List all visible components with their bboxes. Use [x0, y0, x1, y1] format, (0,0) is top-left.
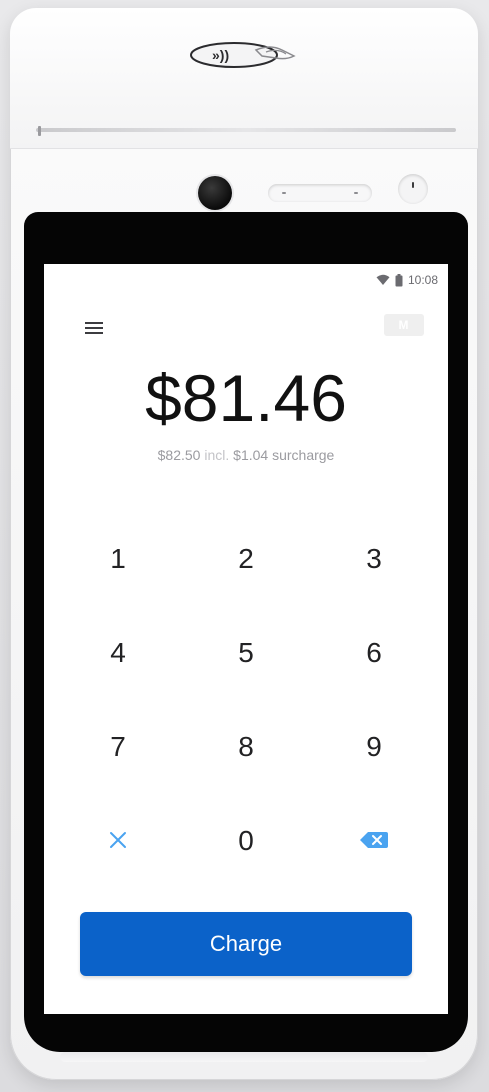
key-1[interactable]: 1: [54, 512, 182, 606]
key-3[interactable]: 3: [310, 512, 438, 606]
status-bar: 10:08: [376, 272, 438, 288]
wifi-icon: [376, 274, 390, 286]
charge-amount: $81.46: [145, 361, 347, 435]
incl-label: incl.: [204, 447, 230, 463]
camera-icon: [198, 176, 232, 210]
numeric-keypad: 1 2 3 4 5 6 7 8 9 0: [54, 512, 438, 888]
merchant-badge[interactable]: M: [384, 314, 424, 336]
svg-text:»)): »)): [212, 47, 229, 63]
key-5[interactable]: 5: [182, 606, 310, 700]
payment-terminal: »)) 10:08 M $81.46 $82.50 incl. $1.04 su…: [10, 8, 478, 1080]
battery-icon: [395, 273, 403, 287]
key-8[interactable]: 8: [182, 700, 310, 794]
contactless-icon: »)): [182, 38, 308, 72]
terminal-top-cap: »)): [10, 8, 478, 149]
key-0[interactable]: 0: [182, 794, 310, 888]
screen-bezel: 10:08 M $81.46 $82.50 incl. $1.04 surcha…: [24, 212, 468, 1052]
key-2[interactable]: 2: [182, 512, 310, 606]
backspace-icon: [359, 825, 389, 857]
key-7[interactable]: 7: [54, 700, 182, 794]
sensor-icon: [398, 174, 428, 204]
status-time: 10:08: [407, 273, 438, 287]
merchant-badge-label: M: [398, 318, 410, 332]
key-9[interactable]: 9: [310, 700, 438, 794]
subtotal-amount: $82.50: [157, 447, 201, 463]
charge-button[interactable]: Charge: [80, 912, 412, 976]
surcharge-amount: $1.04 surcharge: [233, 447, 335, 463]
terminal-bottom-lip: [60, 1052, 428, 1062]
app-screen: 10:08 M $81.46 $82.50 incl. $1.04 surcha…: [44, 264, 448, 1014]
key-6[interactable]: 6: [310, 606, 438, 700]
clear-button[interactable]: [54, 794, 182, 888]
card-slot: [36, 128, 456, 132]
key-4[interactable]: 4: [54, 606, 182, 700]
close-icon: [108, 825, 128, 857]
card-slot-marker: [38, 126, 41, 136]
scene: »)) 10:08 M $81.46 $82.50 incl. $1.04 su…: [0, 0, 489, 1092]
backspace-button[interactable]: [310, 794, 438, 888]
hamburger-menu-icon[interactable]: [80, 316, 108, 340]
surcharge-summary: $82.50 incl. $1.04 surcharge: [44, 447, 448, 463]
speaker-icon: [268, 184, 372, 202]
